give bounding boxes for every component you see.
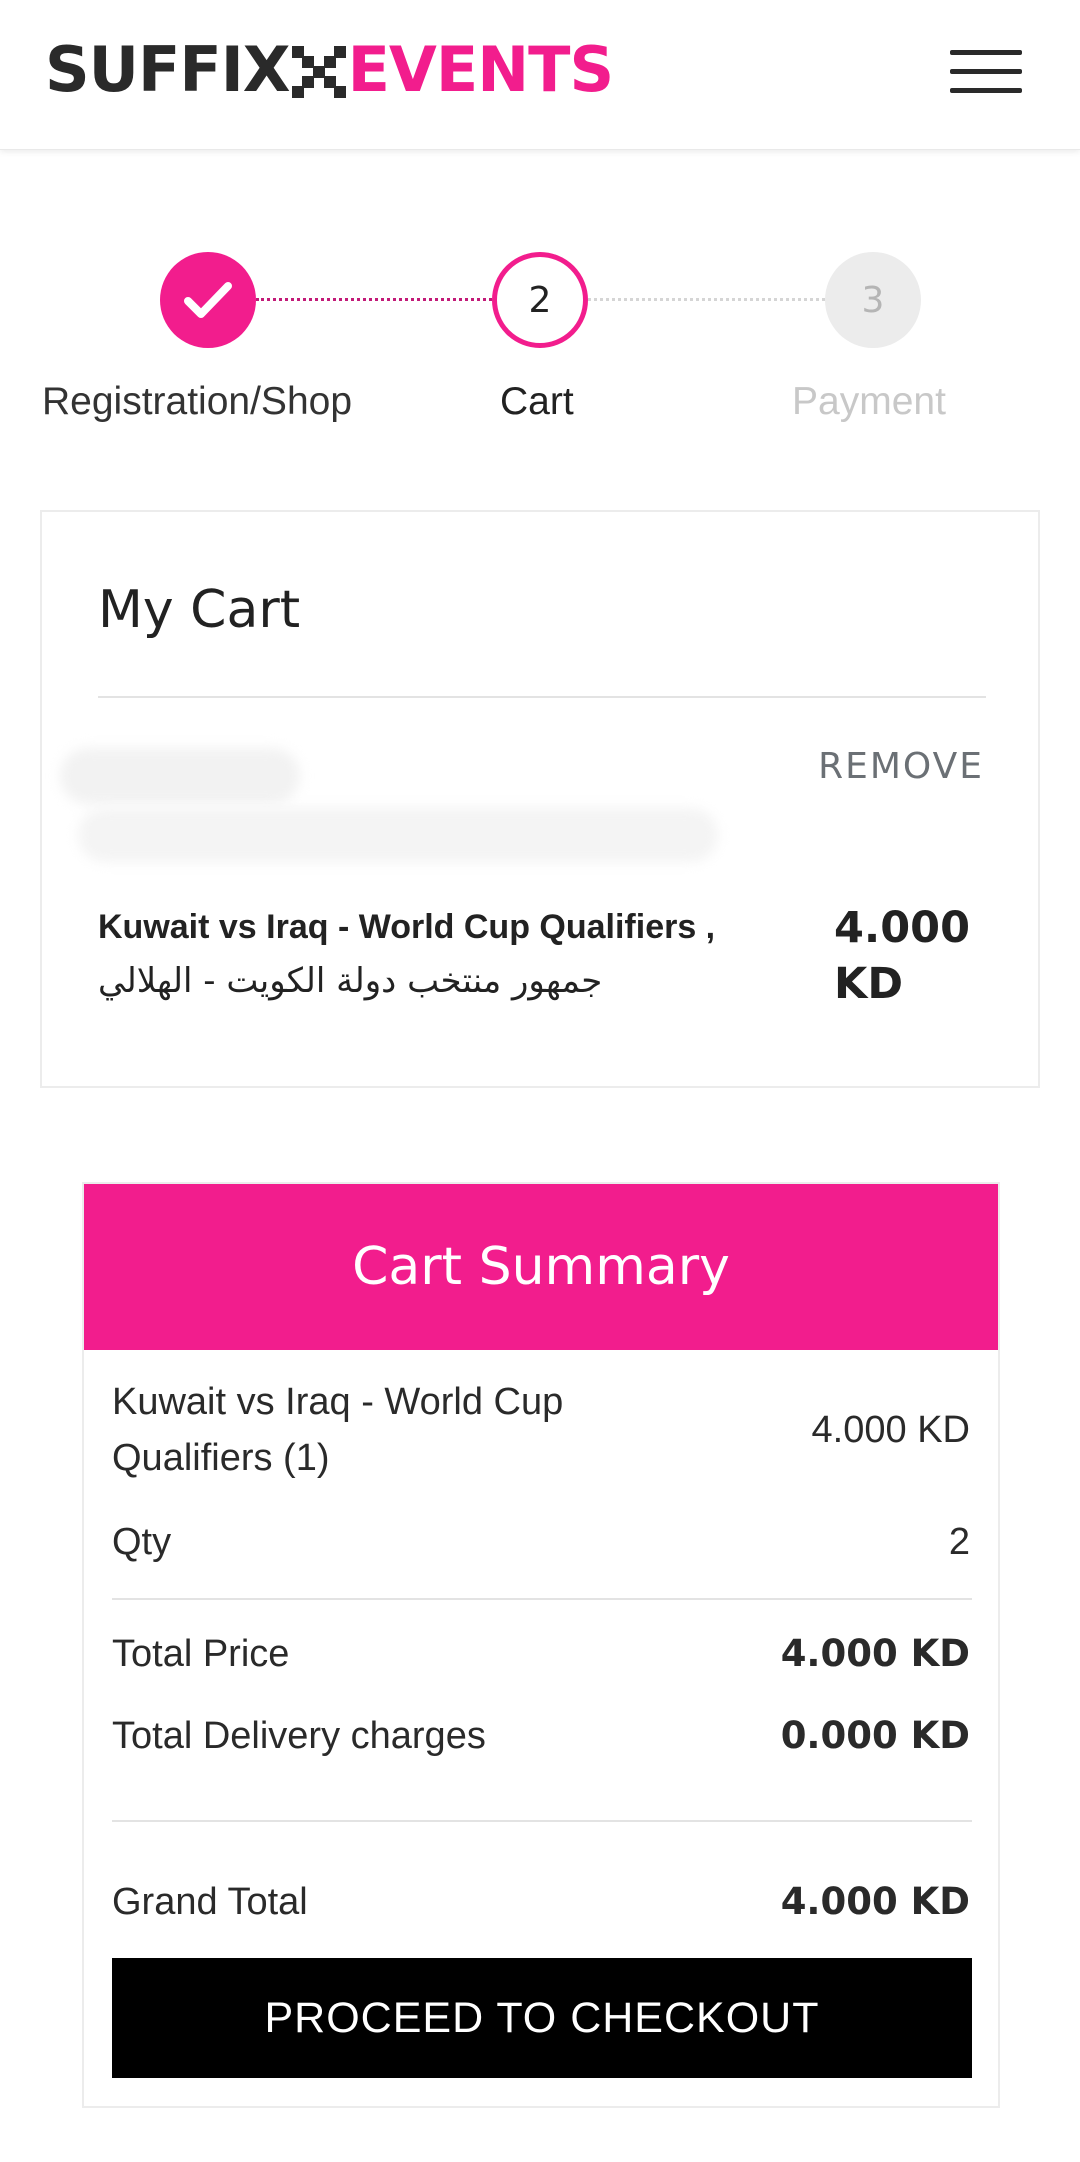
step-label-payment: Payment: [792, 380, 946, 423]
cart-item-price: 4.000 KD: [834, 903, 971, 1009]
grand-total-value: 4.000 KD: [780, 1880, 970, 1923]
my-cart-card: My Cart REMOVE Kuwait vs Iraq - World Cu…: [40, 510, 1040, 1088]
divider: [112, 1598, 972, 1600]
redacted-content: [60, 748, 300, 804]
brand-logo[interactable]: SUFFIX EVENTS: [45, 30, 615, 110]
step-connector-completed: [256, 298, 492, 302]
checkout-stepper: 2 3 Registration/Shop Cart Payment: [0, 240, 1080, 440]
summary-item-value: 4.000 KD: [811, 1409, 970, 1451]
step-payment-inactive: 3: [825, 252, 921, 348]
check-icon: [184, 282, 232, 318]
qty-value: 2: [948, 1521, 970, 1563]
hamburger-menu-icon[interactable]: [950, 48, 1022, 96]
total-price-label: Total Price: [112, 1633, 290, 1675]
step-registration-completed[interactable]: [160, 252, 256, 348]
cart-summary-title: Cart Summary: [84, 1184, 998, 1350]
step-number: 2: [528, 279, 552, 321]
app-header: SUFFIX EVENTS: [0, 0, 1080, 150]
cart-summary-panel: Cart Summary Kuwait vs Iraq - World Cup …: [82, 1182, 1000, 2108]
remove-item-button[interactable]: REMOVE: [818, 746, 984, 787]
total-price-value: 4.000 KD: [780, 1632, 970, 1675]
grand-total-label: Grand Total: [112, 1881, 308, 1923]
cart-title: My Cart: [98, 580, 301, 640]
divider: [112, 1820, 972, 1822]
brand-x-icon: [291, 46, 346, 98]
proceed-to-checkout-button[interactable]: PROCEED TO CHECKOUT: [112, 1958, 972, 2078]
redacted-content: [78, 808, 718, 862]
cart-item-name: Kuwait vs Iraq - World Cup Qualifiers ,: [98, 908, 716, 946]
brand-name-part1: SUFFIX: [45, 33, 291, 106]
step-label-cart: Cart: [500, 380, 574, 423]
cart-item-name-arabic: جمهور منتخب دولة الكويت - الهلالي: [98, 961, 603, 1001]
step-connector-pending: [588, 298, 825, 302]
step-label-registration: Registration/Shop: [42, 380, 353, 423]
step-number: 3: [861, 279, 885, 321]
qty-label: Qty: [112, 1521, 172, 1563]
brand-name-part2: EVENTS: [347, 33, 615, 106]
step-cart-active[interactable]: 2: [492, 252, 588, 348]
delivery-charges-label: Total Delivery charges: [112, 1715, 486, 1757]
summary-item-label: Kuwait vs Iraq - World Cup Qualifiers (1…: [112, 1381, 564, 1479]
delivery-charges-value: 0.000 KD: [780, 1714, 970, 1757]
divider: [98, 696, 986, 698]
